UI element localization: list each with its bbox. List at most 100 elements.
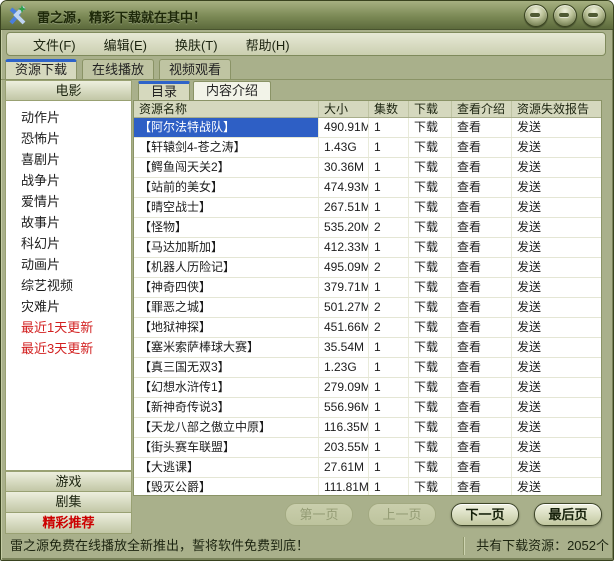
send-link[interactable]: 发送 [512,178,591,197]
sidebar-header-recommend[interactable]: 精彩推荐 [5,513,132,534]
download-link[interactable]: 下载 [409,298,452,317]
download-link[interactable]: 下载 [409,278,452,297]
download-link[interactable]: 下载 [409,138,452,157]
view-link[interactable]: 查看 [452,118,512,137]
send-link[interactable]: 发送 [512,238,591,257]
sidebar-header-games[interactable]: 游戏 [5,471,132,492]
resource-name-cell[interactable]: 【神奇四侠】 [134,278,319,297]
download-link[interactable]: 下载 [409,258,452,277]
next-page-button[interactable]: 下一页 [451,503,519,526]
send-link[interactable]: 发送 [512,478,591,496]
view-link[interactable]: 查看 [452,258,512,277]
resource-name-cell[interactable]: 【街头赛车联盟】 [134,438,319,457]
window-maximize-button[interactable] [553,4,577,27]
sidebar-item-category[interactable]: 科幻片 [6,233,131,254]
menu-edit[interactable]: 编辑(E) [90,35,161,54]
sidebar-header-movies[interactable]: 电影 [5,80,132,101]
sidebar-item-category[interactable]: 动画片 [6,254,131,275]
resource-name-cell[interactable]: 【阿尔法特战队】 [134,118,319,137]
view-link[interactable]: 查看 [452,478,512,496]
download-link[interactable]: 下载 [409,318,452,337]
sidebar-item-category[interactable]: 综艺视频 [6,275,131,296]
view-link[interactable]: 查看 [452,238,512,257]
download-link[interactable]: 下载 [409,218,452,237]
view-link[interactable]: 查看 [452,198,512,217]
tab-catalog[interactable]: 目录 [138,81,190,101]
send-link[interactable]: 发送 [512,358,591,377]
view-link[interactable]: 查看 [452,218,512,237]
send-link[interactable]: 发送 [512,258,591,277]
resource-name-cell[interactable]: 【地狱神探】 [134,318,319,337]
download-link[interactable]: 下载 [409,478,452,496]
resource-name-cell[interactable]: 【怪物】 [134,218,319,237]
resource-name-cell[interactable]: 【塞米索萨棒球大赛】 [134,338,319,357]
send-link[interactable]: 发送 [512,218,591,237]
download-link[interactable]: 下载 [409,458,452,477]
send-link[interactable]: 发送 [512,398,591,417]
send-link[interactable]: 发送 [512,158,591,177]
download-link[interactable]: 下载 [409,238,452,257]
window-minimize-button[interactable] [524,4,548,27]
resource-name-cell[interactable]: 【新神奇传说3】 [134,398,319,417]
menu-help[interactable]: 帮助(H) [232,35,304,54]
sidebar-item-category[interactable]: 故事片 [6,212,131,233]
view-link[interactable]: 查看 [452,178,512,197]
download-link[interactable]: 下载 [409,198,452,217]
view-link[interactable]: 查看 [452,318,512,337]
resource-name-cell[interactable]: 【马达加斯加】 [134,238,319,257]
prev-page-button[interactable]: 上一页 [368,503,436,526]
download-link[interactable]: 下载 [409,398,452,417]
resource-name-cell[interactable]: 【站前的美女】 [134,178,319,197]
send-link[interactable]: 发送 [512,198,591,217]
send-link[interactable]: 发送 [512,278,591,297]
send-link[interactable]: 发送 [512,298,591,317]
sidebar-item-recent-update[interactable]: 最近3天更新 [6,338,131,359]
view-link[interactable]: 查看 [452,438,512,457]
sidebar-item-category[interactable]: 喜剧片 [6,149,131,170]
sidebar-item-category[interactable]: 灾难片 [6,296,131,317]
resource-name-cell[interactable]: 【机器人历险记】 [134,258,319,277]
last-page-button[interactable]: 最后页 [534,503,602,526]
download-link[interactable]: 下载 [409,378,452,397]
view-link[interactable]: 查看 [452,418,512,437]
download-link[interactable]: 下载 [409,418,452,437]
window-close-button[interactable] [582,4,606,27]
view-link[interactable]: 查看 [452,138,512,157]
tab-video-watch[interactable]: 视频观看 [159,59,231,80]
resource-name-cell[interactable]: 【晴空战士】 [134,198,319,217]
view-link[interactable]: 查看 [452,398,512,417]
sidebar-header-series[interactable]: 剧集 [5,492,132,513]
view-link[interactable]: 查看 [452,358,512,377]
resource-name-cell[interactable]: 【大逃课】 [134,458,319,477]
sidebar-item-category[interactable]: 爱情片 [6,191,131,212]
view-link[interactable]: 查看 [452,158,512,177]
resource-name-cell[interactable]: 【毁灭公爵】 [134,478,319,496]
sidebar-item-category[interactable]: 恐怖片 [6,128,131,149]
resource-name-cell[interactable]: 【鳄鱼闯天关2】 [134,158,319,177]
resource-name-cell[interactable]: 【天龙八部之傲立中原】 [134,418,319,437]
view-link[interactable]: 查看 [452,298,512,317]
send-link[interactable]: 发送 [512,138,591,157]
resource-name-cell[interactable]: 【真三国无双3】 [134,358,319,377]
resource-name-cell[interactable]: 【罪恶之城】 [134,298,319,317]
resource-name-cell[interactable]: 【轩辕剑4-苍之涛】 [134,138,319,157]
sidebar-item-category[interactable]: 战争片 [6,170,131,191]
send-link[interactable]: 发送 [512,418,591,437]
send-link[interactable]: 发送 [512,118,591,137]
first-page-button[interactable]: 第一页 [285,503,353,526]
view-link[interactable]: 查看 [452,458,512,477]
download-link[interactable]: 下载 [409,358,452,377]
menu-file[interactable]: 文件(F) [19,35,90,54]
download-link[interactable]: 下载 [409,338,452,357]
send-link[interactable]: 发送 [512,318,591,337]
download-link[interactable]: 下载 [409,438,452,457]
tab-content-intro[interactable]: 内容介绍 [193,81,271,101]
send-link[interactable]: 发送 [512,438,591,457]
view-link[interactable]: 查看 [452,278,512,297]
tab-online-play[interactable]: 在线播放 [82,59,154,80]
sidebar-item-recent-update[interactable]: 最近1天更新 [6,317,131,338]
tab-resource-download[interactable]: 资源下载 [5,59,77,80]
send-link[interactable]: 发送 [512,378,591,397]
download-link[interactable]: 下载 [409,158,452,177]
download-link[interactable]: 下载 [409,118,452,137]
